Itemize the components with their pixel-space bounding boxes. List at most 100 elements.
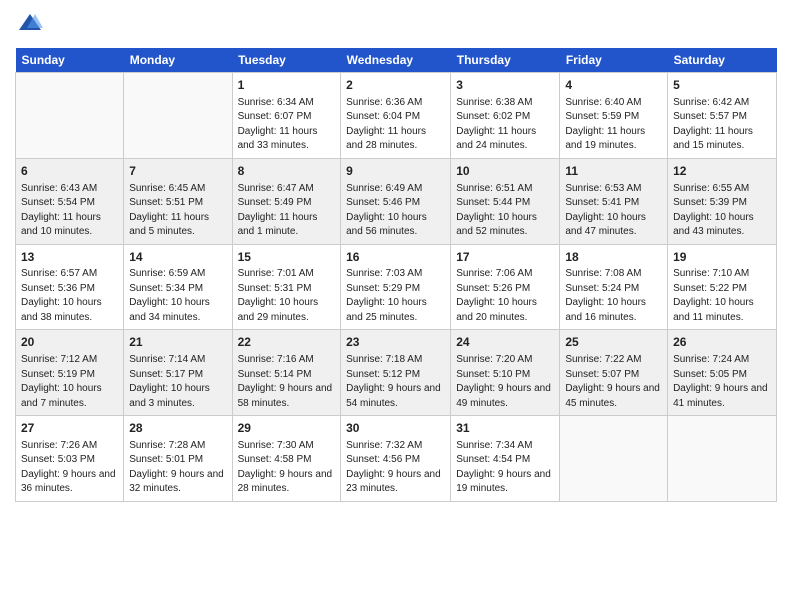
day-detail: Sunrise: 7:20 AMSunset: 5:10 PMDaylight:…	[456, 353, 554, 411]
day-cell	[668, 416, 777, 502]
day-cell: 16Sunrise: 7:03 AMSunset: 5:29 PMDayligh…	[341, 244, 451, 330]
day-number: 9	[346, 163, 445, 180]
day-number: 21	[129, 334, 226, 351]
day-number: 23	[346, 334, 445, 351]
day-detail: Sunrise: 6:40 AMSunset: 5:59 PMDaylight:…	[565, 96, 662, 154]
day-number: 19	[673, 249, 771, 266]
day-detail: Sunrise: 7:16 AMSunset: 5:14 PMDaylight:…	[238, 353, 336, 411]
day-cell: 13Sunrise: 6:57 AMSunset: 5:36 PMDayligh…	[16, 244, 124, 330]
day-detail: Sunrise: 7:26 AMSunset: 5:03 PMDaylight:…	[21, 439, 118, 497]
day-number: 31	[456, 420, 554, 437]
day-number: 17	[456, 249, 554, 266]
day-cell: 3Sunrise: 6:38 AMSunset: 6:02 PMDaylight…	[451, 73, 560, 159]
day-detail: Sunrise: 6:51 AMSunset: 5:44 PMDaylight:…	[456, 182, 554, 240]
col-header-tuesday: Tuesday	[232, 48, 341, 73]
day-cell: 7 Sunrise: 6:45 AMSunset: 5:51 PMDaylight…	[124, 158, 232, 244]
day-number: 22	[238, 334, 336, 351]
day-number: 6	[21, 163, 118, 180]
week-row-1: 1Sunrise: 6:34 AMSunset: 6:07 PMDaylight…	[16, 73, 777, 159]
day-cell: 19Sunrise: 7:10 AMSunset: 5:22 PMDayligh…	[668, 244, 777, 330]
day-number: 12	[673, 163, 771, 180]
day-cell: 4Sunrise: 6:40 AMSunset: 5:59 PMDaylight…	[560, 73, 668, 159]
col-header-thursday: Thursday	[451, 48, 560, 73]
day-number: 27	[21, 420, 118, 437]
col-header-friday: Friday	[560, 48, 668, 73]
day-number: 7	[129, 163, 226, 180]
day-cell: 5Sunrise: 6:42 AMSunset: 5:57 PMDaylight…	[668, 73, 777, 159]
day-number: 8	[238, 163, 336, 180]
day-detail: Sunrise: 7:30 AMSunset: 4:58 PMDaylight:…	[238, 439, 336, 497]
logo-icon	[15, 10, 45, 40]
day-detail: Sunrise: 6:34 AMSunset: 6:07 PMDaylight:…	[238, 96, 336, 154]
day-cell: 28 Sunrise: 7:28 AMSunset: 5:01 PMDayligh…	[124, 416, 232, 502]
day-cell: 12 Sunrise: 6:55 AMSunset: 5:39 PMDayligh…	[668, 158, 777, 244]
day-detail: Sunrise: 7:22 AMSunset: 5:07 PMDaylight:…	[565, 353, 662, 411]
day-detail: Sunrise: 6:45 AMSunset: 5:51 PMDaylight:…	[129, 182, 226, 240]
day-cell: 9 Sunrise: 6:49 AMSunset: 5:46 PMDaylight…	[341, 158, 451, 244]
week-row-3: 13Sunrise: 6:57 AMSunset: 5:36 PMDayligh…	[16, 244, 777, 330]
col-header-saturday: Saturday	[668, 48, 777, 73]
day-detail: Sunrise: 7:10 AMSunset: 5:22 PMDaylight:…	[673, 267, 771, 325]
day-cell: 1Sunrise: 6:34 AMSunset: 6:07 PMDaylight…	[232, 73, 341, 159]
header-row: SundayMondayTuesdayWednesdayThursdayFrid…	[16, 48, 777, 73]
day-detail: Sunrise: 7:34 AMSunset: 4:54 PMDaylight:…	[456, 439, 554, 497]
day-detail: Sunrise: 6:47 AMSunset: 5:49 PMDaylight:…	[238, 182, 336, 240]
day-cell: 2 Sunrise: 6:36 AMSunset: 6:04 PMDaylight…	[341, 73, 451, 159]
day-detail: Sunrise: 6:42 AMSunset: 5:57 PMDaylight:…	[673, 96, 771, 154]
day-detail: Sunrise: 7:03 AMSunset: 5:29 PMDaylight:…	[346, 267, 445, 325]
day-detail: Sunrise: 6:55 AMSunset: 5:39 PMDaylight:…	[673, 182, 771, 240]
day-detail: Sunrise: 7:28 AMSunset: 5:01 PMDaylight:…	[129, 439, 226, 497]
day-number: 13	[21, 249, 118, 266]
week-row-4: 20 Sunrise: 7:12 AMSunset: 5:19 PMDayligh…	[16, 330, 777, 416]
day-cell: 24Sunrise: 7:20 AMSunset: 5:10 PMDayligh…	[451, 330, 560, 416]
day-cell: 8 Sunrise: 6:47 AMSunset: 5:49 PMDaylight…	[232, 158, 341, 244]
day-cell: 11 Sunrise: 6:53 AMSunset: 5:41 PMDayligh…	[560, 158, 668, 244]
week-row-5: 27 Sunrise: 7:26 AMSunset: 5:03 PMDayligh…	[16, 416, 777, 502]
day-detail: Sunrise: 7:06 AMSunset: 5:26 PMDaylight:…	[456, 267, 554, 325]
day-detail: Sunrise: 6:57 AMSunset: 5:36 PMDaylight:…	[21, 267, 118, 325]
day-cell	[560, 416, 668, 502]
week-row-2: 6 Sunrise: 6:43 AMSunset: 5:54 PMDaylight…	[16, 158, 777, 244]
day-number: 29	[238, 420, 336, 437]
day-detail: Sunrise: 6:43 AMSunset: 5:54 PMDaylight:…	[21, 182, 118, 240]
col-header-monday: Monday	[124, 48, 232, 73]
day-cell: 26 Sunrise: 7:24 AMSunset: 5:05 PMDayligh…	[668, 330, 777, 416]
day-cell: 23 Sunrise: 7:18 AMSunset: 5:12 PMDayligh…	[341, 330, 451, 416]
day-detail: Sunrise: 7:24 AMSunset: 5:05 PMDaylight:…	[673, 353, 771, 411]
day-detail: Sunrise: 6:36 AMSunset: 6:04 PMDaylight:…	[346, 96, 445, 154]
day-cell: 22 Sunrise: 7:16 AMSunset: 5:14 PMDayligh…	[232, 330, 341, 416]
logo	[15, 10, 49, 40]
day-detail: Sunrise: 7:14 AMSunset: 5:17 PMDaylight:…	[129, 353, 226, 411]
day-number: 15	[238, 249, 336, 266]
day-detail: Sunrise: 7:12 AMSunset: 5:19 PMDaylight:…	[21, 353, 118, 411]
day-cell: 25 Sunrise: 7:22 AMSunset: 5:07 PMDayligh…	[560, 330, 668, 416]
calendar-table: SundayMondayTuesdayWednesdayThursdayFrid…	[15, 48, 777, 502]
day-number: 10	[456, 163, 554, 180]
day-number: 2	[346, 77, 445, 94]
day-number: 3	[456, 77, 554, 94]
day-cell: 14Sunrise: 6:59 AMSunset: 5:34 PMDayligh…	[124, 244, 232, 330]
day-detail: Sunrise: 7:08 AMSunset: 5:24 PMDaylight:…	[565, 267, 662, 325]
day-detail: Sunrise: 7:18 AMSunset: 5:12 PMDaylight:…	[346, 353, 445, 411]
day-cell: 21 Sunrise: 7:14 AMSunset: 5:17 PMDayligh…	[124, 330, 232, 416]
day-cell: 29 Sunrise: 7:30 AMSunset: 4:58 PMDayligh…	[232, 416, 341, 502]
col-header-sunday: Sunday	[16, 48, 124, 73]
day-cell	[124, 73, 232, 159]
day-cell: 6 Sunrise: 6:43 AMSunset: 5:54 PMDaylight…	[16, 158, 124, 244]
day-number: 20	[21, 334, 118, 351]
day-number: 26	[673, 334, 771, 351]
day-number: 11	[565, 163, 662, 180]
day-cell	[16, 73, 124, 159]
day-cell: 17Sunrise: 7:06 AMSunset: 5:26 PMDayligh…	[451, 244, 560, 330]
page: SundayMondayTuesdayWednesdayThursdayFrid…	[0, 0, 792, 612]
day-cell: 20 Sunrise: 7:12 AMSunset: 5:19 PMDayligh…	[16, 330, 124, 416]
day-cell: 10 Sunrise: 6:51 AMSunset: 5:44 PMDayligh…	[451, 158, 560, 244]
day-detail: Sunrise: 6:49 AMSunset: 5:46 PMDaylight:…	[346, 182, 445, 240]
day-number: 30	[346, 420, 445, 437]
day-number: 28	[129, 420, 226, 437]
day-number: 25	[565, 334, 662, 351]
header	[15, 10, 777, 40]
day-number: 14	[129, 249, 226, 266]
day-detail: Sunrise: 6:59 AMSunset: 5:34 PMDaylight:…	[129, 267, 226, 325]
day-detail: Sunrise: 6:53 AMSunset: 5:41 PMDaylight:…	[565, 182, 662, 240]
